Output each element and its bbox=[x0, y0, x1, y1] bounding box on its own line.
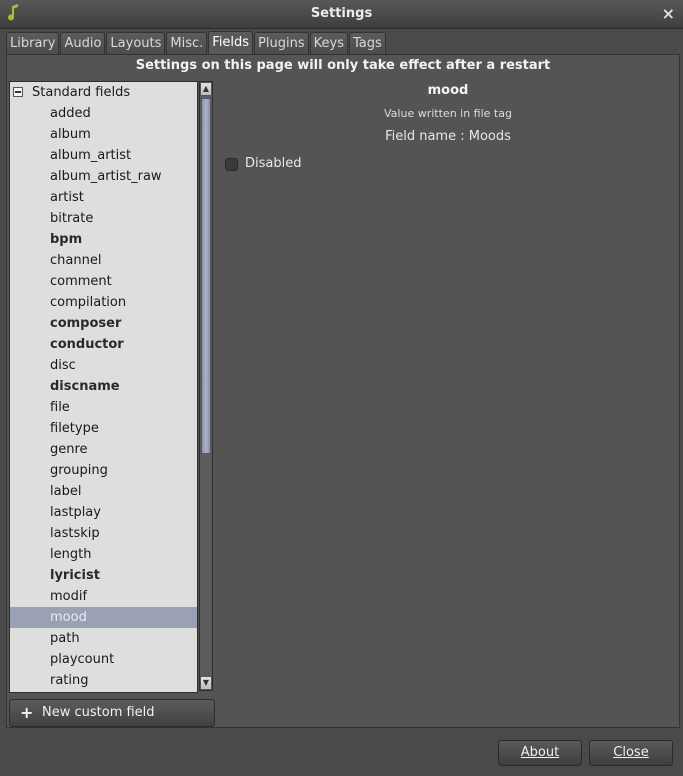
disabled-checkbox[interactable] bbox=[225, 158, 238, 171]
tree-item-genre[interactable]: genre bbox=[10, 439, 197, 460]
tree-item-path[interactable]: path bbox=[10, 628, 197, 649]
tree-item-conductor[interactable]: conductor bbox=[10, 334, 197, 355]
new-custom-field-label: New custom field bbox=[42, 705, 155, 720]
tree-item-artist[interactable]: artist bbox=[10, 187, 197, 208]
tree-item-lastplay[interactable]: lastplay bbox=[10, 502, 197, 523]
tab-fields[interactable]: Fields bbox=[208, 31, 254, 54]
scroll-down-icon[interactable]: ▼ bbox=[200, 676, 212, 690]
window-title: Settings bbox=[310, 6, 373, 21]
tree-item-length[interactable]: length bbox=[10, 544, 197, 565]
tree-item-lastskip[interactable]: lastskip bbox=[10, 523, 197, 544]
field-detail-subtitle: Value written in file tag bbox=[384, 107, 512, 120]
tree-item-added[interactable]: added bbox=[10, 103, 197, 124]
tree-item-composer[interactable]: composer bbox=[10, 313, 197, 334]
tree-root-standard-fields[interactable]: Standard fields bbox=[10, 82, 197, 103]
field-detail-title: mood bbox=[427, 83, 469, 98]
tab-misc[interactable]: Misc. bbox=[166, 32, 208, 54]
tree-root-label: Standard fields bbox=[32, 85, 131, 100]
tree-scrollbar[interactable]: ▲ ▼ bbox=[199, 81, 213, 691]
tab-layouts[interactable]: Layouts bbox=[106, 32, 166, 54]
about-button[interactable]: About bbox=[498, 740, 582, 766]
plus-icon: + bbox=[20, 703, 34, 722]
restart-notice: Settings on this page will only take eff… bbox=[135, 58, 551, 73]
tab-library[interactable]: Library bbox=[6, 32, 60, 54]
tree-item-bitrate[interactable]: bitrate bbox=[10, 208, 197, 229]
tree-item-compilation[interactable]: compilation bbox=[10, 292, 197, 313]
tree-item-album-artist-raw[interactable]: album_artist_raw bbox=[10, 166, 197, 187]
title-bar: Settings × bbox=[0, 0, 683, 29]
close-button[interactable]: Close bbox=[589, 740, 673, 766]
tree-item-channel[interactable]: channel bbox=[10, 250, 197, 271]
tree-item-discname[interactable]: discname bbox=[10, 376, 197, 397]
tree-item-filetype[interactable]: filetype bbox=[10, 418, 197, 439]
new-custom-field-button[interactable]: + New custom field bbox=[9, 699, 215, 727]
tab-tags[interactable]: Tags bbox=[348, 32, 386, 54]
tab-audio[interactable]: Audio bbox=[60, 32, 106, 54]
tree-item-disc[interactable]: disc bbox=[10, 355, 197, 376]
tree-item-file[interactable]: file bbox=[10, 397, 197, 418]
tree-item-album-artist[interactable]: album_artist bbox=[10, 145, 197, 166]
disabled-checkbox-label: Disabled bbox=[245, 156, 302, 171]
tree-item-label[interactable]: label bbox=[10, 481, 197, 502]
fields-tree: Standard fields added album album_artist al… bbox=[9, 81, 198, 693]
tree-items: added album album_artist album_artist_raw ar… bbox=[10, 103, 197, 691]
tree-item-bpm[interactable]: bpm bbox=[10, 229, 197, 250]
tree-item-mood[interactable]: mood bbox=[10, 607, 197, 628]
tab-keys[interactable]: Keys bbox=[309, 32, 348, 54]
tab-plugins[interactable]: Plugins bbox=[254, 32, 309, 54]
scrollbar-thumb[interactable] bbox=[201, 98, 211, 454]
tree-item-rating[interactable]: rating bbox=[10, 670, 197, 691]
collapse-icon[interactable] bbox=[13, 87, 23, 97]
scroll-up-icon[interactable]: ▲ bbox=[200, 82, 212, 96]
window-close-icon[interactable]: × bbox=[662, 4, 675, 23]
tree-item-lyricist[interactable]: lyricist bbox=[10, 565, 197, 586]
tab-bar: Library Audio Layouts Misc. Fields Plugins Key… bbox=[6, 31, 387, 54]
field-name-text: Field name : Moods bbox=[385, 129, 511, 144]
tree-item-modif[interactable]: modif bbox=[10, 586, 197, 607]
tree-item-comment[interactable]: comment bbox=[10, 271, 197, 292]
tree-item-grouping[interactable]: grouping bbox=[10, 460, 197, 481]
tree-item-album[interactable]: album bbox=[10, 124, 197, 145]
fields-panel: Settings on this page will only take eff… bbox=[6, 54, 680, 728]
tree-item-playcount[interactable]: playcount bbox=[10, 649, 197, 670]
